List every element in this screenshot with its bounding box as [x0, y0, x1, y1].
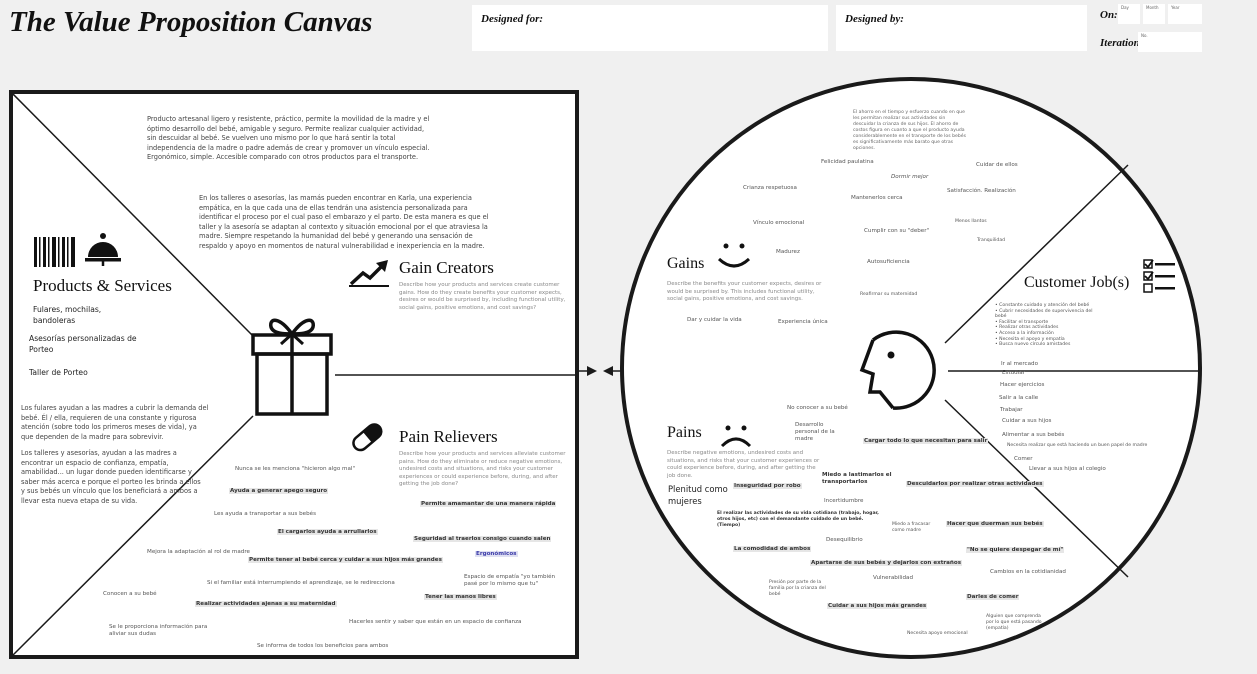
happy-face-icon — [717, 243, 751, 268]
pain-note: Cuidar a sus hijos más grandes — [827, 603, 928, 609]
gain-note: Crianza respetuosa — [743, 185, 797, 191]
pain-note: Alguien que comprenda por lo que está pa… — [986, 614, 1042, 631]
job-note: Estudiar — [1002, 370, 1026, 376]
gain-note: Menos llantos — [955, 219, 987, 224]
gain-note: Cumplir con su "deber" — [864, 228, 930, 234]
pains-description: Describe negative emotions, undesired co… — [667, 450, 820, 479]
job-note: Ir al mercado — [1001, 361, 1039, 367]
pain-note: Descuidarlos por realizar otras activida… — [906, 481, 1044, 487]
job-note: Llevar a sus hijos al colegio — [1029, 466, 1106, 472]
customer-jobs-title: Customer Job(s) — [1024, 274, 1130, 291]
job-bullet: • Cubrir necesidades de supervivencia de… — [995, 308, 1093, 320]
gain-note: Experiencia única — [778, 319, 828, 325]
gain-note: Madurez — [776, 249, 800, 255]
pain-note: "No se quiere despegar de mí" — [966, 547, 1065, 553]
pain-note: Necesita apoyo emocional — [907, 631, 968, 636]
gains-title: Gains — [667, 255, 705, 272]
pain-note: Hacer que duerman sus bebés — [946, 521, 1044, 527]
job-bullet: • Busca nuevo círculo amistades — [995, 342, 1071, 348]
pain-note: Plenitud como mujeres — [668, 484, 728, 506]
customer-jobs-bullets: • Constante cuidado y atención del bebé … — [995, 303, 1105, 348]
pain-note: Miedo a lastimarlos el transportarlos — [822, 472, 892, 485]
gains-description: Describe the benefits your customer expe… — [667, 281, 822, 302]
job-note: Necesita realizar que está haciendo un b… — [1007, 443, 1148, 448]
pain-note: Miedo a fracasar como madre — [892, 522, 931, 533]
pain-note: Inseguridad por robo — [733, 483, 802, 489]
gain-note: Dormir mejor — [891, 174, 929, 180]
job-note: Hacer ejercicios — [1000, 382, 1045, 388]
pains-title: Pains — [667, 424, 702, 441]
job-note: Salir a la calle — [999, 395, 1039, 401]
pain-note: Desequilibrio — [826, 537, 863, 543]
pain-note: Presión por parte de la familia por la c… — [769, 580, 826, 597]
gain-note: Dar y cuidar la vida — [687, 317, 742, 323]
gain-note: Autosuficiencia — [867, 259, 910, 265]
pain-note: Vulnerabilidad — [873, 575, 914, 581]
job-note: Trabajar — [1000, 407, 1023, 413]
job-note: Alimentar a sus bebés — [1002, 432, 1065, 438]
pain-note: Cambios en la cotidianidad — [990, 569, 1066, 575]
pain-note: No conocer a su bebé — [787, 405, 848, 411]
gain-note: Vínculo emocional — [753, 220, 805, 226]
gain-note: Reafirmar su maternidad — [860, 292, 918, 297]
job-note: Comer — [1014, 456, 1033, 462]
gain-note: Mantenerlos cerca — [851, 195, 903, 201]
gain-note: Felicidad paulatina — [821, 159, 874, 165]
gains-top-note: El ahorro en el tiempo y esfuerzo cuando… — [853, 110, 966, 151]
pain-note: Apartarse de sus bebés y dejarlos con ex… — [810, 560, 963, 566]
gain-note: Cuidar de ellos — [976, 162, 1018, 168]
sad-face-icon — [720, 425, 752, 448]
pain-note: El realizar las actividades de su vida c… — [717, 511, 879, 528]
job-note: Cuidar a sus hijos — [1002, 418, 1052, 424]
gain-note: Tranquilidad — [977, 238, 1006, 243]
gain-note: Satisfacción. Realización — [947, 188, 1016, 194]
pain-note: Desarrollo personal de la madre — [795, 422, 835, 442]
face-icon — [859, 330, 936, 410]
checklist-icon — [1143, 259, 1175, 293]
pain-note: La comodidad de ambos — [733, 546, 812, 552]
pain-note: Darles de comer — [966, 594, 1020, 600]
pain-note: Cargar todo lo que necesitan para salir — [863, 438, 989, 444]
pain-note: Incertidumbre — [824, 498, 864, 504]
